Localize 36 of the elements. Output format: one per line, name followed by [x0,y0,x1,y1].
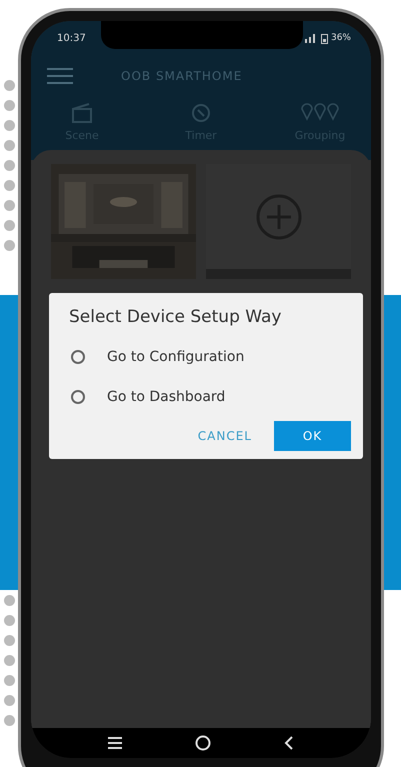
battery-icon [320,32,328,44]
decorative-dot [4,675,15,686]
ok-button[interactable]: OK [274,421,351,451]
app-logo-text: OOB SMARTHOME [121,69,242,83]
radio-option[interactable]: Go to Configuration [69,337,351,377]
decorative-dot [4,120,15,131]
decorative-dot [4,200,15,211]
radio-option[interactable]: Go to Dashboard [69,377,351,417]
decorative-dot [4,615,15,626]
home-icon[interactable] [194,735,211,751]
menu-icon[interactable] [47,68,73,84]
decorative-dot [4,180,15,191]
decorative-dot [4,80,15,91]
decorative-dot [4,100,15,111]
radio-button[interactable] [71,350,85,364]
decorative-dot [4,595,15,606]
decorative-dot [4,655,15,666]
back-icon[interactable] [284,736,294,750]
signal-icon [304,33,318,43]
decorative-dot [4,240,15,251]
recent-apps-icon[interactable] [108,737,122,749]
status-time: 10:37 [57,32,86,44]
radio-button[interactable] [71,390,85,404]
decorative-dot [4,160,15,171]
add-icon [256,194,302,240]
decorative-dot [4,635,15,646]
dialog-title: Select Device Setup Way [69,307,282,327]
cancel-button[interactable]: CANCEL [186,421,264,451]
bulbs-icon [300,103,340,123]
decorative-dot [4,715,15,726]
decorative-dot [4,220,15,231]
clapperboard-icon [71,103,93,123]
timer-icon [191,103,211,123]
decorative-dot [4,140,15,151]
decorative-dot [4,695,15,706]
battery-percent: 36% [330,33,351,43]
